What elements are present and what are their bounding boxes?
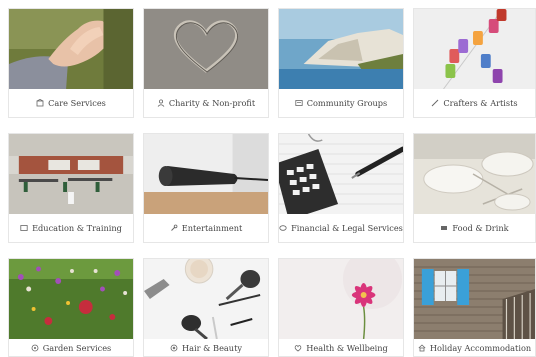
category-card-holiday[interactable]: Holiday Accommodation (413, 258, 536, 357)
category-label: Garden Services (42, 342, 112, 353)
brush-icon (431, 99, 439, 107)
category-label: Food & Drink (452, 223, 509, 233)
charity-icon (157, 99, 165, 107)
food-photo (414, 134, 535, 214)
care-services-photo (9, 9, 133, 89)
category-label: Hair & Beauty (182, 342, 242, 353)
category-label: Crafters & Artists (443, 98, 518, 108)
care-icon (36, 99, 44, 107)
category-label: Health & Wellbeing (306, 342, 388, 353)
crafters-photo (414, 9, 535, 89)
category-card-hair-beauty[interactable]: Hair & Beauty (143, 258, 269, 357)
category-label: Entertainment (181, 223, 243, 233)
category-label: Community Groups (306, 98, 388, 108)
category-card-entertainment[interactable]: Entertainment (143, 133, 269, 243)
financial-photo (279, 134, 403, 214)
community-photo (279, 9, 403, 89)
category-label: Education & Training (32, 223, 122, 233)
health-photo (279, 259, 403, 339)
garden-icon (31, 344, 39, 352)
community-icon (295, 99, 303, 107)
category-card-health[interactable]: Health & Wellbeing (278, 258, 404, 357)
category-label: Financial & Legal Services (291, 223, 403, 233)
category-grid: Care Services Charity & Non-profit Commu… (0, 0, 536, 357)
finance-icon (279, 224, 287, 232)
beauty-icon (170, 344, 178, 352)
garden-photo (9, 259, 133, 339)
category-card-care-services[interactable]: Care Services (8, 8, 134, 118)
holiday-icon (418, 343, 426, 352)
category-card-education[interactable]: Education & Training (8, 133, 134, 243)
education-icon (20, 224, 28, 232)
entertainment-photo (144, 134, 268, 214)
category-label: Charity & Non-profit (168, 98, 256, 108)
food-icon (440, 224, 448, 232)
category-card-crafters[interactable]: Crafters & Artists (413, 8, 536, 118)
category-card-charity[interactable]: Charity & Non-profit (143, 8, 269, 118)
health-icon (294, 344, 302, 352)
hair-beauty-photo (144, 259, 268, 339)
category-card-financial[interactable]: Financial & Legal Services (278, 133, 404, 243)
microphone-icon (170, 224, 178, 232)
category-card-food[interactable]: Food & Drink (413, 133, 536, 243)
holiday-photo (414, 259, 535, 339)
charity-photo (144, 9, 268, 89)
category-label: Care Services (48, 98, 106, 108)
category-label: Holiday Accommodation (429, 342, 532, 353)
education-photo (9, 134, 133, 214)
category-card-community[interactable]: Community Groups (278, 8, 404, 118)
category-card-garden[interactable]: Garden Services (8, 258, 134, 357)
